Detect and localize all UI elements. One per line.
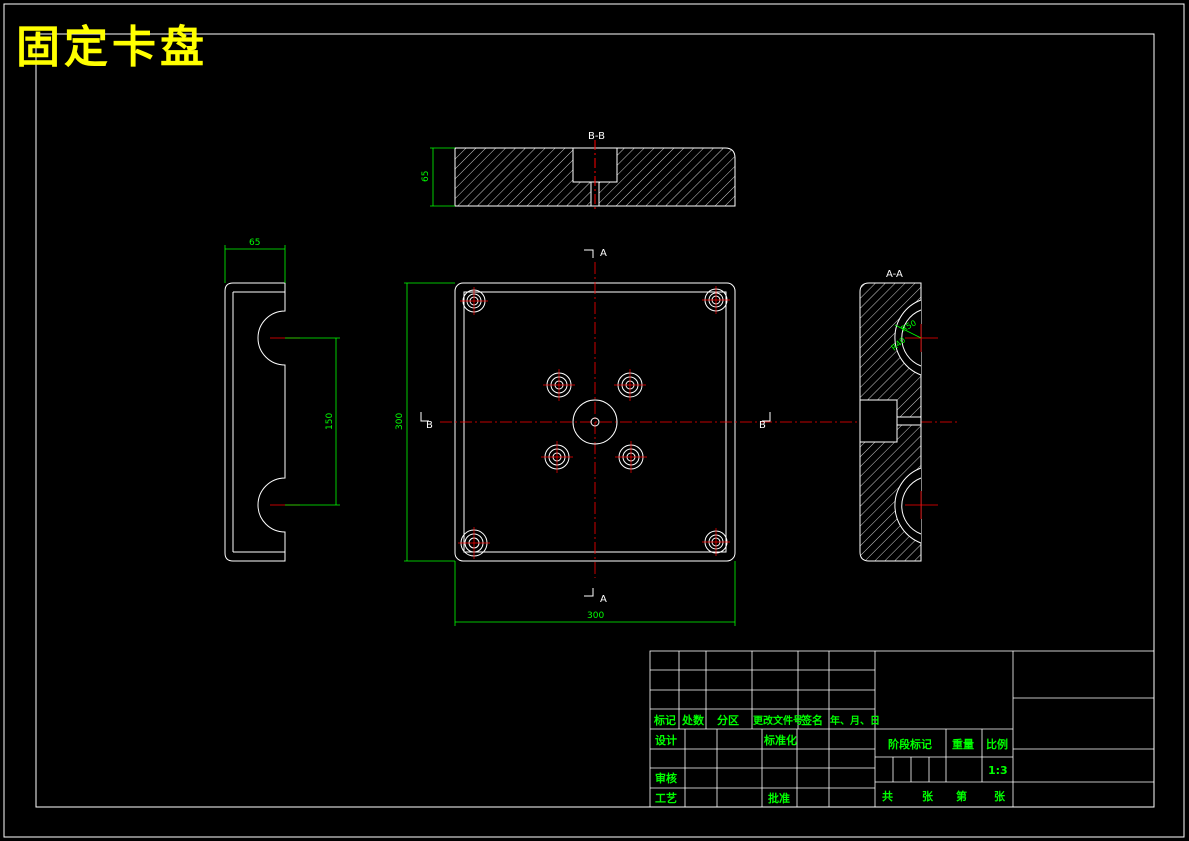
tb-design: 设计 — [655, 733, 677, 747]
dim-side-span: 150 — [325, 413, 335, 430]
tb-header-count: 处数 — [681, 713, 705, 727]
tb-header-zone: 分区 — [717, 713, 739, 727]
inner-hole-1 — [543, 369, 575, 401]
drawing-title: 固定卡盘 — [16, 22, 208, 73]
tb-scale-value: 1:3 — [988, 764, 1008, 777]
section-aa-label: A-A — [886, 269, 903, 280]
cut-b-left-label: B — [426, 420, 433, 431]
tb-review: 审核 — [655, 771, 677, 785]
cut-marker-b-right: B — [759, 412, 771, 431]
tb-approve: 批准 — [768, 791, 790, 805]
right-section-view: A-A R50 R40 — [859, 269, 938, 562]
dim-front-height: 300 — [395, 413, 405, 430]
dim-side-width: 65 — [249, 238, 260, 248]
tb-header-sign: 签名 — [800, 713, 823, 727]
tb-total: 共 — [882, 789, 893, 803]
outer-frame — [3, 3, 1185, 838]
cut-marker-a-bottom: A — [584, 588, 607, 605]
section-bb-label: B-B — [588, 131, 605, 142]
tb-sheets: 张 — [922, 789, 934, 803]
tb-standardization: 标准化 — [763, 733, 797, 747]
dim-top-height: 65 — [421, 171, 431, 182]
left-side-view: 65 150 — [224, 238, 340, 562]
inner-hole-3 — [541, 441, 573, 473]
corner-hole-bl — [458, 527, 490, 559]
tb-header-doc: 更改文件号 — [753, 714, 803, 727]
inner-hole-2 — [614, 369, 646, 401]
cut-b-right-label: B — [759, 420, 766, 431]
cut-a-bottom-label: A — [600, 594, 607, 605]
tb-process: 工艺 — [655, 791, 677, 805]
cut-marker-a-top: A — [584, 248, 607, 259]
title-block — [649, 650, 1155, 808]
tb-header-date: 年、月、日 — [830, 714, 880, 727]
tb-page: 第 — [956, 789, 967, 803]
tb-header-mark: 标记 — [653, 713, 676, 727]
cut-a-top-label: A — [600, 248, 607, 259]
drawing-canvas: 固定卡盘 B-B 65 65 150 A A B B 300 300 A-A R… — [3, 3, 1185, 838]
tb-sheet: 张 — [994, 789, 1006, 803]
tb-weight: 重量 — [952, 737, 974, 751]
cut-marker-b-left: B — [420, 412, 433, 431]
tb-stage-mark: 阶段标记 — [888, 737, 932, 751]
top-section-view: B-B 65 — [421, 131, 736, 210]
tb-scale-label: 比例 — [986, 737, 1008, 751]
dim-front-width: 300 — [587, 611, 604, 621]
inner-hole-4 — [615, 441, 647, 473]
